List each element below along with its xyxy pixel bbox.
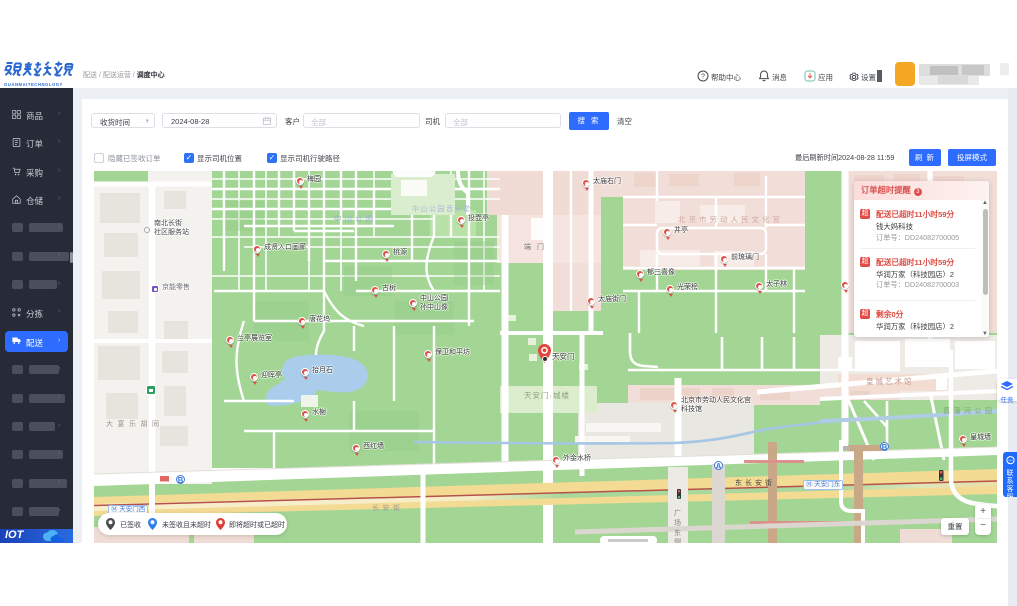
svg-text:?: ? xyxy=(701,74,705,81)
